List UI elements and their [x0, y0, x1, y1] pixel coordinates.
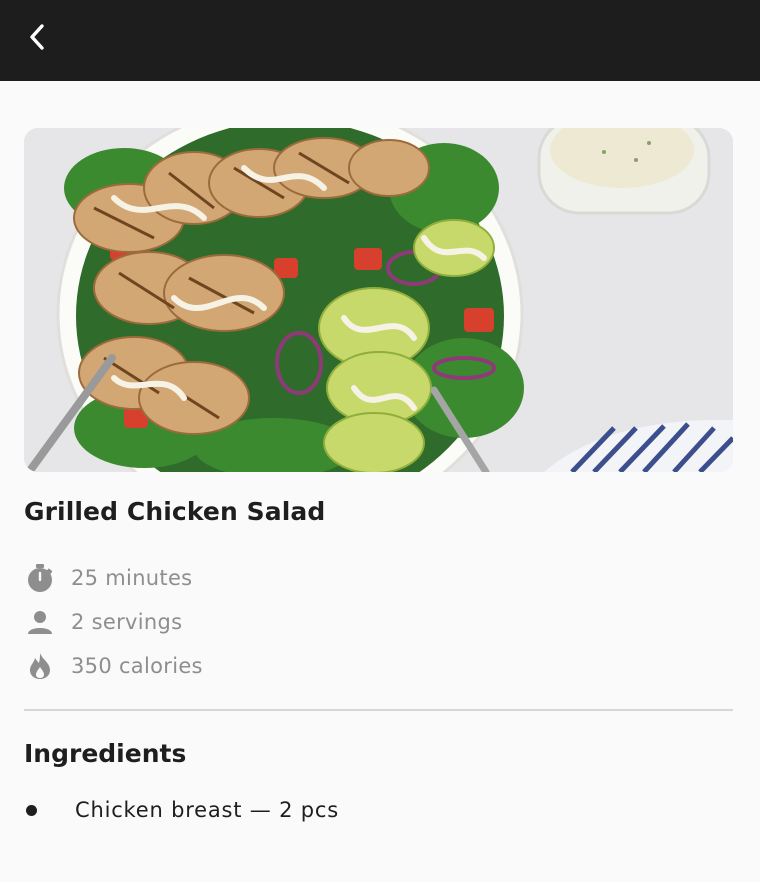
recipe-title: Grilled Chicken Salad [24, 497, 326, 526]
ingredient-text: Chicken breast — 2 pcs [75, 798, 339, 822]
meta-time: 25 minutes [24, 562, 192, 594]
person-icon [24, 606, 56, 638]
servings: 2 servings [71, 610, 183, 634]
cook-time: 25 minutes [71, 566, 193, 590]
recipe-image [24, 128, 733, 472]
divider [24, 709, 733, 711]
chevron-left-icon [30, 24, 44, 50]
meta-servings: 2 servings [24, 606, 182, 638]
ingredients-heading: Ingredients [24, 739, 187, 768]
bullet-icon [26, 804, 37, 816]
back-button[interactable] [20, 20, 54, 54]
app-bar [0, 0, 760, 81]
meta-calories: 350 calories [24, 650, 203, 682]
calories: 350 calories [71, 654, 203, 678]
timer-icon [24, 562, 56, 594]
flame-icon [24, 650, 56, 682]
list-item: Chicken breast — 2 pcs [24, 794, 339, 826]
